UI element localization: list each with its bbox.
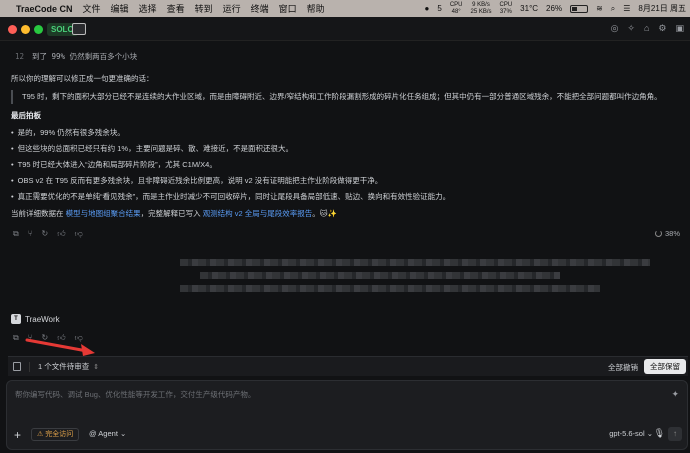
code-snippet: 12 到了 99% 仍然剩两百多个小块	[8, 49, 680, 63]
list-item: 是的，99% 仍然有很多残余块。	[11, 127, 125, 138]
microphone-icon[interactable]: 🎙︎	[654, 428, 665, 439]
sidebar-toggle-icon[interactable]: ▣	[675, 23, 684, 34]
message-actions: ⧉ ⑂ ↻ 👍︎ 👎︎	[13, 229, 83, 239]
branch-icon[interactable]: ⑂	[28, 229, 33, 239]
settings-icon[interactable]: ⚙	[658, 23, 666, 34]
context-usage[interactable]: 38%	[654, 229, 680, 238]
chat-input-placeholder[interactable]: 帮你编写代码、调试 Bug、优化性能等开发工作，交付生产级代码产物。	[15, 389, 255, 400]
pending-files-label[interactable]: 1 个文件待审查	[38, 361, 89, 372]
thumbs-down-icon[interactable]: 👎︎	[75, 229, 83, 239]
menu-go[interactable]: 转到	[195, 2, 213, 15]
data-location-text: 当前详细数据在 模型与地图组聚合结果，完整解释已写入 观测结构 v2 全局与尾段…	[11, 209, 337, 218]
battery-icon[interactable]	[570, 4, 589, 13]
pending-changes-bar: 1 个文件待审查 ⇕ 全部撤销 全部保留	[8, 356, 688, 376]
chat-input-box[interactable]: 帮你编写代码、调试 Bug、优化性能等开发工作，交付生产级代码产物。 ✦ + ⚠…	[6, 380, 688, 450]
revoke-all-button[interactable]: 全部撤销	[608, 362, 638, 373]
copy-icon[interactable]: ⧉	[13, 333, 19, 343]
menu-edit[interactable]: 编辑	[111, 2, 129, 15]
enhance-prompt-icon[interactable]: ✦	[671, 389, 679, 400]
access-mode-button[interactable]: ⚠ 完全访问	[31, 428, 80, 441]
efficiency-report-link[interactable]: 观测结构 v2 全局与尾段效率报告	[203, 209, 313, 218]
notification-count[interactable]: 5	[437, 4, 441, 13]
copy-icon[interactable]: ⧉	[13, 229, 19, 239]
minimize-window-button[interactable]	[21, 25, 30, 34]
menu-run[interactable]: 运行	[223, 2, 241, 15]
menu-window[interactable]: 窗口	[279, 2, 297, 15]
maximize-window-button[interactable]	[34, 25, 43, 34]
wechat-icon[interactable]: ●	[425, 4, 430, 13]
wifi-icon[interactable]: ≋	[596, 4, 603, 13]
send-button[interactable]: ↑	[668, 427, 682, 441]
network-widget[interactable]: 9 KB/s 25 KB/s	[470, 2, 491, 16]
cpu-usage-widget[interactable]: CPU 37%	[500, 2, 513, 16]
redacted-text	[180, 259, 650, 266]
app-menu[interactable]: TraeCode CN	[16, 4, 73, 14]
file-icon	[13, 362, 21, 371]
list-item: T95 时已经大体进入“边角和局部碎片阶段”，尤其 C1M/X4。	[11, 159, 217, 170]
model-selector[interactable]: gpt-5.6-sol ⌄	[609, 429, 653, 438]
menu-view[interactable]: 查看	[167, 2, 185, 15]
menu-selection[interactable]: 选择	[139, 2, 157, 15]
battery-percent[interactable]: 26%	[546, 4, 562, 13]
temperature[interactable]: 31°C	[520, 4, 538, 13]
list-item: 真正需要优化的不是单纯“看见残余”，而是主作业时减少不可回收碎片，同时让尾段具备…	[11, 191, 451, 202]
agent-name: TraeWork	[25, 315, 60, 324]
layout-toggle-icon[interactable]	[72, 23, 86, 35]
section-heading: 最后拍板	[11, 111, 41, 120]
intro-text: 所以你的理解可以修正成一句更准确的话：	[11, 74, 154, 83]
window-titlebar: SOLO ◎ ✧ ⌂ ⚙ ▣	[0, 17, 690, 41]
list-item: 但这些块的总面积已经只有约 1%，主要问题是碎、散、难接近，不是面积还很大。	[11, 143, 293, 154]
agent-selector[interactable]: @ Agent ⌄	[89, 429, 126, 438]
menu-help[interactable]: 帮助	[307, 2, 325, 15]
cpu-temp-widget[interactable]: CPU 48°	[450, 2, 463, 16]
add-context-button[interactable]: +	[14, 428, 21, 442]
close-window-button[interactable]	[8, 25, 17, 34]
chevron-up-down-icon[interactable]: ⇕	[93, 363, 99, 371]
search-icon[interactable]: ⌕	[611, 4, 615, 14]
menu-file[interactable]: 文件	[83, 2, 101, 15]
control-center-icon[interactable]: ☰	[623, 4, 630, 13]
redacted-text	[180, 285, 600, 292]
code-line-text: 到了 99% 仍然剩两百多个小块	[32, 51, 138, 61]
chat-icon[interactable]: ◎	[611, 23, 619, 34]
redacted-text	[200, 272, 560, 279]
progress-ring-icon	[654, 230, 662, 237]
macos-menubar: TraeCode CN 文件 编辑 选择 查看 转到 运行 终端 窗口 帮助 ●…	[0, 0, 690, 17]
clock[interactable]: 8月21日 周五	[638, 3, 686, 14]
blockquote: T95 时，剩下的面积大部分已经不是连续的大作业区域，而是由障碍附近、边界/窄结…	[11, 90, 681, 104]
annotation-arrow-icon	[25, 338, 95, 356]
regenerate-icon[interactable]: ↻	[42, 229, 49, 239]
chat-panel: 12 到了 99% 仍然剩两百多个小块 所以你的理解可以修正成一句更准确的话： …	[0, 41, 690, 356]
aggregate-results-link[interactable]: 模型与地图组聚合结果	[66, 209, 141, 218]
list-item: OBS v2 在 T95 反而有更多残余块，且非障碍近残余比例更高，说明 v2 …	[11, 175, 383, 186]
traework-logo-icon: T	[11, 314, 21, 324]
menu-terminal[interactable]: 终端	[251, 2, 269, 15]
sparkle-icon[interactable]: ✧	[627, 23, 635, 34]
keep-all-button[interactable]: 全部保留	[644, 359, 686, 374]
thumbs-up-icon[interactable]: 👍︎	[57, 229, 65, 239]
notification-icon[interactable]: ⌂	[644, 23, 649, 34]
code-line-number: 12	[14, 51, 24, 61]
